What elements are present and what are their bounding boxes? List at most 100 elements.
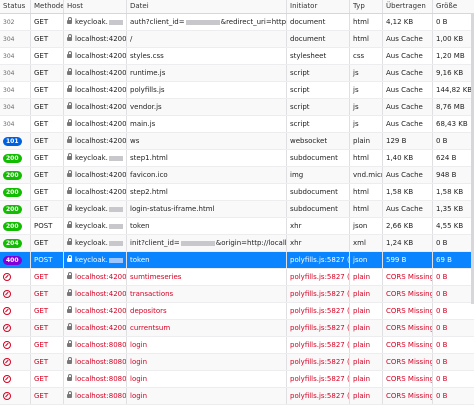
file-text: step1.html: [130, 154, 168, 162]
size-cell: 0 B: [433, 286, 474, 302]
blocked-icon: [3, 358, 11, 366]
column-header-host[interactable]: Host: [64, 0, 127, 13]
transferred-text: Aus Cache: [386, 86, 423, 94]
size-text: 0 B: [436, 290, 448, 298]
type-cell: plain: [350, 337, 383, 353]
method-cell: GET: [31, 371, 64, 387]
request-row[interactable]: 200 GET keycloak. step1.html subdocument html…: [0, 150, 474, 167]
request-row[interactable]: 200 GET localhost:4200 favicon.ico img vnd.mi…: [0, 167, 474, 184]
status-cell: [0, 269, 31, 285]
transferred-text: Aus Cache: [386, 205, 423, 213]
column-header-initiator[interactable]: Initiator: [287, 0, 350, 13]
type-cell: json: [350, 218, 383, 234]
transferred-text: Aus Cache: [386, 52, 423, 60]
host-text: localhost:4200: [75, 86, 127, 94]
initiator-cell: img: [287, 167, 350, 183]
lock-icon: [67, 153, 72, 160]
file-cell: depositors: [127, 303, 287, 319]
host-cell: keycloak.: [64, 150, 127, 166]
request-row[interactable]: GET localhost:8080 login polyfills.js:5827 …: [0, 388, 474, 405]
size-cell: 0 B: [433, 354, 474, 370]
host-text: keycloak.: [75, 205, 108, 213]
size-text: 0 B: [436, 239, 448, 247]
transferred-text: CORS Missing Allo…: [386, 324, 433, 332]
status-badge: 304: [3, 70, 15, 77]
column-header-transferred[interactable]: Übertragen: [383, 0, 433, 13]
request-row[interactable]: 400 POST keycloak. token polyfills.js:5827 (…: [0, 252, 474, 269]
method-text: GET: [34, 18, 49, 26]
method-text: GET: [34, 154, 49, 162]
request-row[interactable]: GET localhost:8080 login polyfills.js:5827 …: [0, 337, 474, 354]
initiator-cell: xhr: [287, 218, 350, 234]
status-cell: [0, 286, 31, 302]
column-header-method[interactable]: Methode: [31, 0, 64, 13]
type-text: js: [353, 120, 359, 128]
blocked-icon: [3, 341, 11, 349]
file-text: currentsum: [130, 324, 171, 332]
host-cell: localhost:4200: [64, 133, 127, 149]
size-cell: 0 B: [433, 320, 474, 336]
size-cell: 1,20 MB: [433, 48, 474, 64]
initiator-text: stylesheet: [290, 52, 327, 60]
size-text: 0 B: [436, 273, 448, 281]
request-row[interactable]: GET localhost:8080 login polyfills.js:5827 …: [0, 354, 474, 371]
request-row[interactable]: 101 GET localhost:4200 ws websocket plain 129 …: [0, 133, 474, 150]
file-text: login-status-iframe.html: [130, 205, 215, 213]
request-row[interactable]: 304 GET localhost:4200 main.js script js Aus C…: [0, 116, 474, 133]
file-cell: step1.html: [127, 150, 287, 166]
request-row[interactable]: GET localhost:8080 login polyfills.js:5827 …: [0, 371, 474, 388]
type-text: plain: [353, 358, 371, 366]
request-row[interactable]: GET localhost:4200 depositors polyfills.js:…: [0, 303, 474, 320]
request-row[interactable]: 200 POST keycloak. token xhr json 2,66 KB 4,55 …: [0, 218, 474, 235]
lock-icon: [67, 357, 72, 364]
status-cell: [0, 337, 31, 353]
request-row[interactable]: 304 GET localhost:4200 polyfills.js script js…: [0, 82, 474, 99]
initiator-cell: script: [287, 99, 350, 115]
file-text: token: [130, 256, 150, 264]
initiator-cell: stylesheet: [287, 48, 350, 64]
column-header-size[interactable]: Größe: [433, 0, 474, 13]
status-cell: 304: [0, 48, 31, 64]
file-cell: login: [127, 371, 287, 387]
request-row[interactable]: 304 GET localhost:4200/ document html Aus Cac…: [0, 31, 474, 48]
host-text: keycloak.: [75, 154, 108, 162]
size-text: 0 B: [436, 324, 448, 332]
request-row[interactable]: 304 GET localhost:4200 styles.css stylesheet…: [0, 48, 474, 65]
request-row[interactable]: 304 GET localhost:4200 runtime.js script js Au…: [0, 65, 474, 82]
file-cell: login-status-iframe.html: [127, 201, 287, 217]
request-row[interactable]: 200 GET keycloak. login-status-iframe.html s…: [0, 201, 474, 218]
type-text: js: [353, 69, 359, 77]
blocked-icon: [3, 290, 11, 298]
request-row[interactable]: GET localhost:4200 sumtimeseries polyfills.…: [0, 269, 474, 286]
transferred-cell: Aus Cache: [383, 167, 433, 183]
transferred-text: 1,58 KB: [386, 188, 414, 196]
lock-icon: [67, 255, 72, 262]
type-cell: html: [350, 14, 383, 30]
host-cell: localhost:4200: [64, 269, 127, 285]
transferred-text: CORS Missing Allo…: [386, 273, 433, 281]
method-text: GET: [34, 69, 49, 77]
type-cell: html: [350, 201, 383, 217]
method-text: GET: [34, 290, 49, 298]
transferred-cell: Aus Cache: [383, 116, 433, 132]
method-cell: GET: [31, 65, 64, 81]
host-text: keycloak.: [75, 18, 108, 26]
request-row[interactable]: GET localhost:4200 transactions polyfills.j…: [0, 286, 474, 303]
status-badge: 302: [3, 19, 15, 26]
host-cell: keycloak.: [64, 252, 127, 268]
transferred-text: CORS Missing Allo…: [386, 290, 433, 298]
request-row[interactable]: 200 GET localhost:4200 step2.html subdocumen…: [0, 184, 474, 201]
request-row[interactable]: 204 GET keycloak. init?client_id= &origin=ht…: [0, 235, 474, 252]
size-text: 1,35 KB: [436, 205, 464, 213]
request-row[interactable]: 304 GET localhost:4200 vendor.js script js Aus…: [0, 99, 474, 116]
column-header-type[interactable]: Typ: [350, 0, 383, 13]
file-cell: currentsum: [127, 320, 287, 336]
method-text: GET: [34, 188, 49, 196]
transferred-cell: CORS Missing Allo…: [383, 388, 433, 404]
size-text: 69 B: [436, 256, 452, 264]
column-header-file[interactable]: Datei: [127, 0, 287, 13]
column-header-status[interactable]: Status: [0, 0, 31, 13]
request-row[interactable]: 302 GET keycloak. auth?client_id= &redirect_…: [0, 14, 474, 31]
file-cell: transactions: [127, 286, 287, 302]
request-row[interactable]: GET localhost:4200 currentsum polyfills.js:…: [0, 320, 474, 337]
